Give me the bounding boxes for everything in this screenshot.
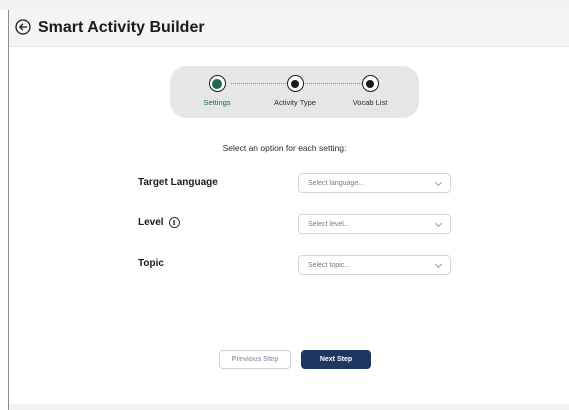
progress-stepper: Settings Activity Type Vocab List [170, 66, 419, 118]
chevron-down-icon [434, 260, 443, 269]
chevron-down-icon [434, 178, 443, 187]
level-select[interactable]: Select level... [298, 214, 451, 234]
info-icon[interactable]: i [168, 217, 180, 228]
field-label-text: Target Language [138, 177, 218, 188]
next-step-button[interactable]: Next Step [301, 350, 371, 369]
previous-step-button[interactable]: Previous Step [219, 350, 291, 369]
window-top-strip [0, 0, 569, 10]
left-border [8, 10, 9, 410]
step-label: Vocab List [352, 98, 388, 107]
step-indicator [361, 75, 379, 92]
step-vocab-list[interactable]: Vocab List [335, 75, 405, 107]
select-placeholder: Select level... [308, 220, 350, 228]
title-bar: Smart Activity Builder [9, 10, 569, 47]
select-placeholder: Select language... [308, 179, 365, 187]
step-settings[interactable]: Settings [182, 75, 252, 107]
topic-select[interactable]: Select topic... [298, 255, 451, 275]
step-indicator-active [208, 75, 226, 92]
step-label: Settings [203, 98, 231, 107]
bottom-strip [9, 404, 569, 410]
back-arrow-icon[interactable] [15, 19, 31, 35]
step-activity-type[interactable]: Activity Type [260, 75, 330, 107]
chevron-down-icon [434, 219, 443, 228]
field-label-text: Level [138, 217, 164, 228]
field-label-text: Topic [138, 258, 164, 269]
select-placeholder: Select topic... [308, 261, 351, 269]
step-indicator [286, 75, 304, 92]
topic-label: Topic [138, 258, 164, 269]
level-label: Level i [138, 217, 180, 228]
target-language-label: Target Language [138, 177, 218, 188]
step-label: Activity Type [274, 98, 316, 107]
instruction-text: Select an option for each setting: [222, 143, 347, 153]
page-title: Smart Activity Builder [38, 19, 205, 36]
target-language-select[interactable]: Select language... [298, 173, 451, 193]
